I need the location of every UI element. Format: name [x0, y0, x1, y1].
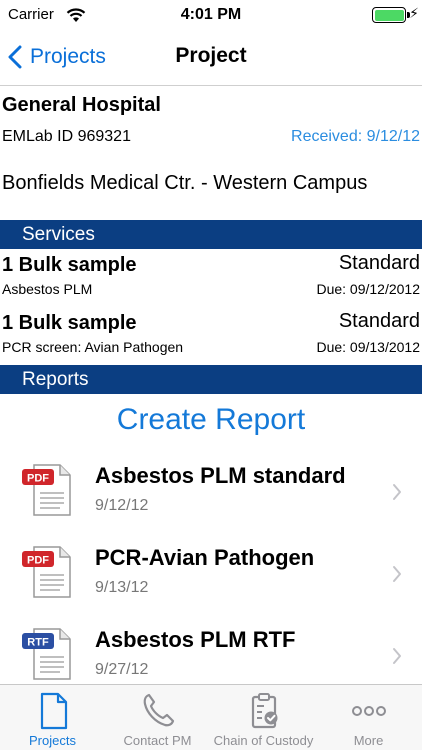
service-quantity: 1 Bulk sample — [2, 312, 137, 334]
tab-contact-pm[interactable]: Contact PM — [105, 685, 210, 750]
status-time: 4:01 PM — [180, 6, 242, 23]
report-title: Asbestos PLM standard — [95, 463, 346, 488]
tab-projects[interactable]: Projects — [0, 685, 105, 750]
navigation-bar: Projects Project — [0, 30, 422, 86]
report-row[interactable]: PDF PCR-Avian Pathogen 9/13/12 — [0, 537, 422, 619]
service-name: Asbestos PLM — [2, 281, 93, 297]
phone-icon — [143, 693, 174, 727]
charging-icon: ⚡ — [409, 5, 419, 21]
tab-label: Chain of Custody — [213, 733, 314, 748]
document-icon — [40, 692, 67, 730]
report-title: PCR-Avian Pathogen — [95, 545, 315, 570]
pdf-document-icon: PDF — [22, 464, 71, 516]
create-report-button[interactable]: Create Report — [0, 403, 422, 437]
battery-icon — [372, 7, 406, 23]
chevron-right-icon — [393, 566, 401, 582]
svg-text:RTF: RTF — [27, 637, 49, 649]
chevron-right-icon — [393, 484, 401, 500]
report-row[interactable]: PDF Asbestos PLM standard 9/12/12 — [0, 455, 422, 537]
report-date: 9/13/12 — [95, 579, 149, 596]
page-title: Project — [175, 44, 247, 67]
report-date: 9/27/12 — [95, 661, 149, 678]
more-icon — [351, 706, 386, 716]
service-turnaround: Standard — [338, 310, 420, 332]
emlab-id: EMLab ID 969321 — [2, 128, 131, 145]
tab-label: More — [353, 733, 384, 748]
received-date: Received: 9/12/12 — [291, 128, 420, 145]
chevron-right-icon — [393, 648, 401, 664]
reports-section-header: Reports — [0, 365, 422, 394]
status-bar: Carrier 4:01 PM ⚡ — [0, 0, 422, 30]
service-turnaround: Standard — [338, 252, 420, 274]
rtf-document-icon: RTF — [22, 628, 71, 680]
clipboard-check-icon — [251, 693, 277, 729]
tab-label: Contact PM — [123, 733, 192, 748]
report-date: 9/12/12 — [95, 497, 149, 514]
project-name: General Hospital — [2, 94, 161, 116]
project-site: Bonfields Medical Ctr. - Western Campus — [2, 172, 368, 194]
service-due-date: Due: 09/13/2012 — [316, 339, 420, 355]
tab-bar: Projects Contact PM Chain of Custody Mor… — [0, 684, 422, 750]
service-row: 1 Bulk sample PCR screen: Avian Pathogen… — [0, 308, 422, 364]
service-name: PCR screen: Avian Pathogen — [2, 339, 184, 355]
pdf-document-icon: PDF — [22, 546, 71, 598]
service-due-date: Due: 09/12/2012 — [316, 281, 420, 297]
service-quantity: 1 Bulk sample — [2, 254, 137, 276]
tab-more[interactable]: More — [316, 685, 421, 750]
svg-text:PDF: PDF — [27, 473, 49, 485]
svg-text:PDF: PDF — [27, 555, 49, 567]
tab-label: Projects — [29, 733, 76, 748]
report-title: Asbestos PLM RTF — [95, 627, 296, 652]
tab-chain-of-custody[interactable]: Chain of Custody — [211, 685, 316, 750]
services-section-header: Services — [0, 220, 422, 249]
service-row: 1 Bulk sample Asbestos PLM Standard Due:… — [0, 250, 422, 306]
